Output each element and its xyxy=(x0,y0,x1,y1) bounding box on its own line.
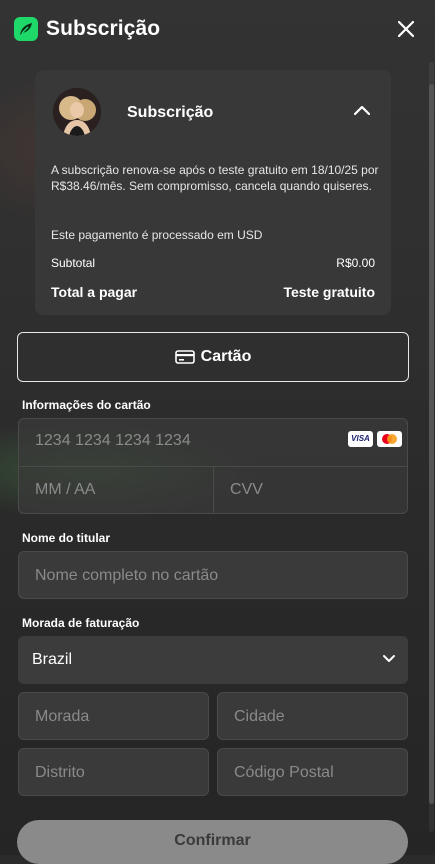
mastercard-icon xyxy=(377,431,402,447)
payment-method-label: Cartão xyxy=(200,348,252,365)
postal-code-field[interactable]: Código Postal xyxy=(217,748,408,796)
renewal-notice: A subscrição renova-se após o teste grat… xyxy=(51,163,379,193)
address-field[interactable]: Morada xyxy=(18,692,209,740)
page-title: Subscrição xyxy=(46,17,161,40)
visa-icon: VISA xyxy=(348,431,373,447)
divider xyxy=(213,466,214,513)
chevron-up-icon[interactable] xyxy=(353,104,371,118)
summary-title: Subscrição xyxy=(127,104,214,121)
total-value: Teste gratuito xyxy=(283,284,375,300)
billing-label: Morada de faturação xyxy=(22,616,140,630)
district-placeholder: Distrito xyxy=(35,764,85,781)
scrollbar-thumb[interactable] xyxy=(429,84,434,804)
scrollbar[interactable] xyxy=(429,62,434,832)
subtotal-label: Subtotal xyxy=(51,256,96,270)
subscription-summary-card: Subscrição A subscrição renova-se após o… xyxy=(35,70,391,315)
card-details-group: 1234 1234 1234 1234 VISA MM / AA CVV xyxy=(18,418,408,514)
card-number-input[interactable]: 1234 1234 1234 1234 xyxy=(35,431,191,451)
close-icon[interactable] xyxy=(396,19,416,39)
postal-code-placeholder: Código Postal xyxy=(234,764,334,781)
currency-notice: Este pagamento é processado em USD xyxy=(51,228,263,242)
header: Subscrição xyxy=(0,0,435,58)
card-info-label: Informações do cartão xyxy=(22,398,151,412)
card-payment-method-button[interactable]: Cartão xyxy=(17,332,409,382)
country-value: Brazil xyxy=(32,651,73,668)
leaf-logo-icon xyxy=(14,17,38,41)
city-placeholder: Cidade xyxy=(234,708,285,725)
country-select[interactable]: Brazil xyxy=(18,636,408,684)
chevron-down-icon xyxy=(383,655,395,662)
confirm-label: Confirmar xyxy=(174,832,251,849)
city-field[interactable]: Cidade xyxy=(217,692,408,740)
district-field[interactable]: Distrito xyxy=(18,748,209,796)
confirm-button[interactable]: Confirmar xyxy=(17,820,408,864)
holder-label: Nome do titular xyxy=(22,531,111,545)
total-label: Total a pagar xyxy=(51,284,138,300)
subtotal-value: R$0.00 xyxy=(336,256,375,270)
expiry-input[interactable]: MM / AA xyxy=(35,480,95,500)
holder-name-field[interactable]: Nome completo no cartão xyxy=(18,551,408,599)
address-placeholder: Morada xyxy=(35,708,90,725)
holder-name-placeholder: Nome completo no cartão xyxy=(35,567,219,584)
cvv-input[interactable]: CVV xyxy=(230,480,263,500)
avatar xyxy=(53,88,101,136)
credit-card-icon xyxy=(174,350,195,364)
